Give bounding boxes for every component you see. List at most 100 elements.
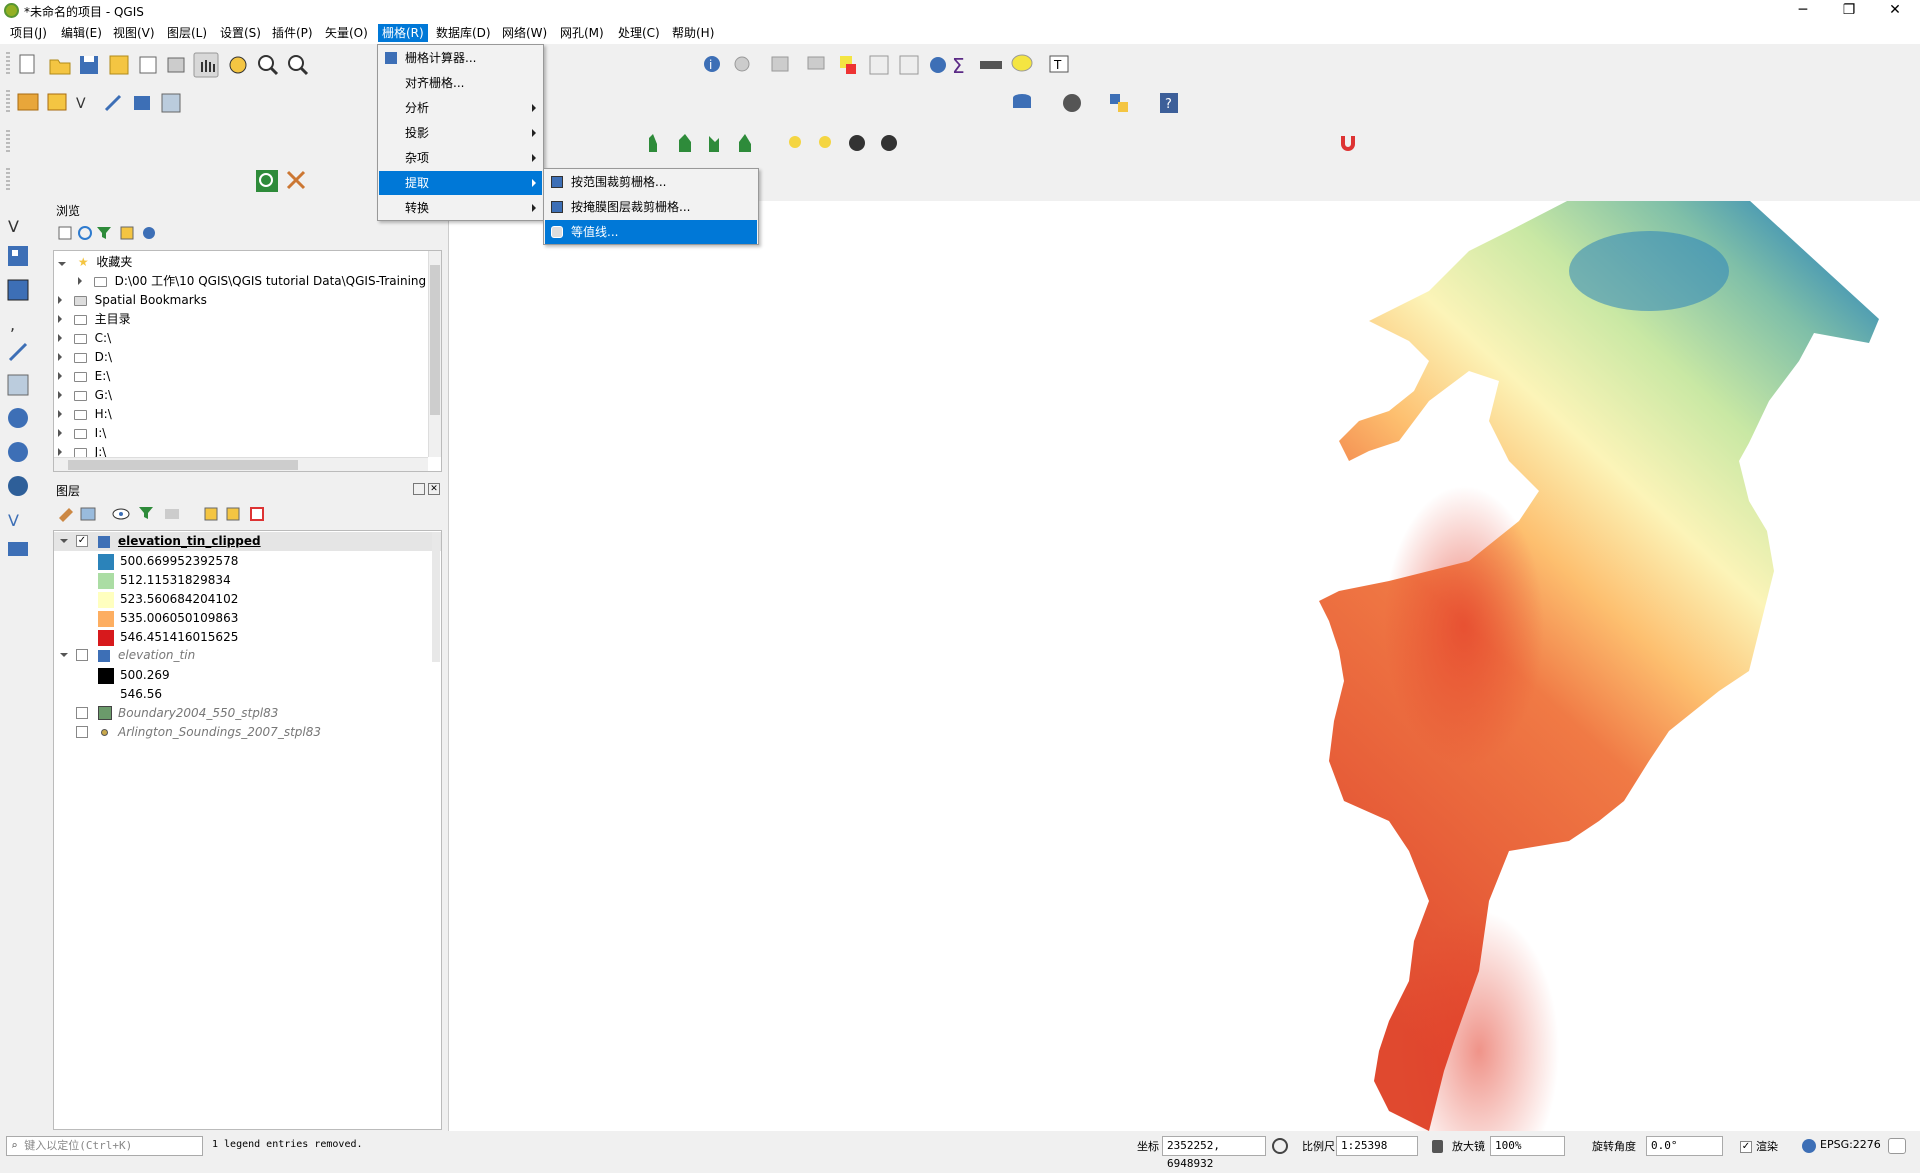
expand-arrow-icon[interactable]: [58, 353, 62, 361]
legend-label: 535.006050109863: [120, 611, 239, 625]
menu-item-contour[interactable]: 等值线...: [545, 220, 757, 244]
scrollbar-thumb[interactable]: [68, 460, 298, 470]
menu-item-conversion[interactable]: 转换: [379, 196, 542, 220]
close-button[interactable]: ✕: [1872, 0, 1918, 22]
browser-item-drive[interactable]: E:\: [58, 367, 110, 386]
expand-arrow-icon[interactable]: [60, 539, 68, 543]
layer-name[interactable]: Arlington_Soundings_2007_stpl83: [118, 723, 321, 742]
svg-text:V: V: [8, 217, 19, 236]
extents-toggle-icon[interactable]: [1272, 1138, 1288, 1154]
browser-item-favorites[interactable]: ★ 收藏夹: [58, 253, 132, 272]
save-as-icon: [109, 55, 129, 75]
expand-arrow-icon[interactable]: [58, 448, 62, 456]
expand-arrow-icon[interactable]: [58, 372, 62, 380]
menu-item-extraction[interactable]: 提取: [379, 171, 542, 195]
expand-arrow-icon[interactable]: [60, 653, 68, 657]
expand-arrow-icon[interactable]: [58, 262, 66, 266]
decrease-brightness-icon: [819, 136, 831, 148]
expand-arrow-icon[interactable]: [58, 296, 62, 304]
browser-item-home[interactable]: 主目录: [58, 310, 131, 329]
visibility-eye-icon: [112, 508, 130, 520]
browser-item-drive[interactable]: G:\: [58, 386, 112, 405]
refresh-icon: [78, 226, 92, 240]
toolbar-grip[interactable]: [6, 90, 10, 114]
layer-visibility-checkbox[interactable]: [76, 649, 88, 661]
browser-item-favorite-folder[interactable]: D:\00 工作\10 QGIS\QGIS tutorial Data\QGIS…: [78, 272, 426, 291]
layer-name[interactable]: elevation_tin: [118, 646, 195, 665]
menu-project[interactable]: 项目(J): [6, 24, 51, 42]
minimize-button[interactable]: ─: [1780, 0, 1826, 22]
menu-item-clip-by-extent[interactable]: 按范围裁剪栅格...: [545, 170, 757, 194]
menu-processing[interactable]: 处理(C): [614, 24, 664, 42]
menu-view[interactable]: 视图(V): [109, 24, 159, 42]
cumulative-cut-icon: [739, 134, 751, 152]
toolbar-grip[interactable]: [6, 130, 10, 154]
filter-legend-icon: [139, 507, 153, 519]
map-canvas[interactable]: [448, 201, 1920, 1131]
legend-swatch: [98, 592, 114, 608]
browser-horizontal-scrollbar[interactable]: [54, 457, 428, 471]
menu-vector[interactable]: 矢量(O): [321, 24, 372, 42]
render-checkbox[interactable]: ✓: [1740, 1141, 1752, 1153]
menu-help[interactable]: 帮助(H): [668, 24, 718, 42]
rotation-spinbox[interactable]: 0.0°: [1646, 1136, 1723, 1156]
print-layout-icon: [139, 56, 157, 74]
browser-item-drive[interactable]: I:\: [58, 424, 106, 443]
menu-database[interactable]: 数据库(D): [432, 24, 495, 42]
menu-plugins[interactable]: 插件(P): [268, 24, 317, 42]
browser-item-drive[interactable]: D:\: [58, 348, 112, 367]
menu-item-analysis[interactable]: 分析: [379, 96, 542, 120]
add-wcs-icon: V: [8, 511, 19, 530]
expand-arrow-icon[interactable]: [58, 334, 62, 342]
magnifier-spinbox[interactable]: 100%: [1490, 1136, 1565, 1156]
float-panel-icon[interactable]: [413, 483, 425, 495]
menu-settings[interactable]: 设置(S): [216, 24, 265, 42]
locator-search-input[interactable]: ⌕ 键入以定位(Ctrl+K): [6, 1136, 203, 1156]
layer-visibility-checkbox[interactable]: ✓: [76, 535, 88, 547]
expand-arrow-icon[interactable]: [78, 277, 82, 285]
expand-arrow-icon[interactable]: [58, 429, 62, 437]
menu-layer[interactable]: 图层(L): [163, 24, 211, 42]
crs-label[interactable]: EPSG:2276: [1820, 1138, 1881, 1151]
menu-item-misc[interactable]: 杂项: [379, 146, 542, 170]
messages-icon[interactable]: [1888, 1138, 1906, 1154]
menu-item-projections[interactable]: 投影: [379, 121, 542, 145]
layer-name[interactable]: elevation_tin_clipped: [118, 532, 261, 551]
expand-arrow-icon[interactable]: [58, 315, 62, 323]
menu-item-clip-by-mask[interactable]: 按掩膜图层裁剪栅格...: [545, 195, 757, 219]
browser-item-drive[interactable]: C:\: [58, 329, 111, 348]
coordinate-field[interactable]: 2352252, 6948932: [1162, 1136, 1266, 1170]
toolbar-grip[interactable]: [6, 168, 10, 192]
snapping-magnet-icon[interactable]: [1335, 130, 1365, 156]
folder-icon: [73, 409, 87, 420]
menu-edit[interactable]: 编辑(E): [57, 24, 106, 42]
contour-icon: [551, 226, 563, 238]
menu-item-raster-calculator[interactable]: 栅格计算器...: [379, 46, 542, 70]
scale-combobox[interactable]: 1:25398: [1336, 1136, 1418, 1156]
layer-name[interactable]: Boundary2004_550_stpl83: [118, 704, 278, 723]
legend-swatch: [98, 573, 114, 589]
layer-tree-scrollbar[interactable]: [432, 532, 440, 662]
close-panel-icon[interactable]: ✕: [428, 483, 440, 495]
layer-visibility-checkbox[interactable]: [76, 707, 88, 719]
filter-icon: [97, 227, 111, 239]
svg-text:Σ: Σ: [952, 54, 965, 78]
crs-globe-icon[interactable]: [1802, 1139, 1816, 1153]
expand-arrow-icon[interactable]: [58, 391, 62, 399]
toolbar-grip[interactable]: [6, 52, 10, 76]
menu-raster[interactable]: 栅格(R): [378, 24, 428, 42]
maximize-button[interactable]: ❐: [1826, 0, 1872, 22]
menu-mesh[interactable]: 网孔(M): [556, 24, 608, 42]
expand-arrow-icon[interactable]: [58, 410, 62, 418]
menu-web[interactable]: 网络(W): [498, 24, 551, 42]
legend-swatch: [98, 630, 114, 646]
lock-scale-icon[interactable]: [1432, 1140, 1443, 1153]
toolbar-row-1: i Σ T: [0, 46, 1920, 82]
browser-item-drive[interactable]: H:\: [58, 405, 112, 424]
browser-vertical-scrollbar[interactable]: [428, 251, 441, 457]
menu-item-align-rasters[interactable]: 对齐栅格...: [379, 71, 542, 95]
layer-visibility-checkbox[interactable]: [76, 726, 88, 738]
expand-all-icon: [204, 507, 218, 521]
browser-item-bookmarks[interactable]: Spatial Bookmarks: [58, 291, 207, 310]
scrollbar-thumb[interactable]: [430, 265, 440, 415]
